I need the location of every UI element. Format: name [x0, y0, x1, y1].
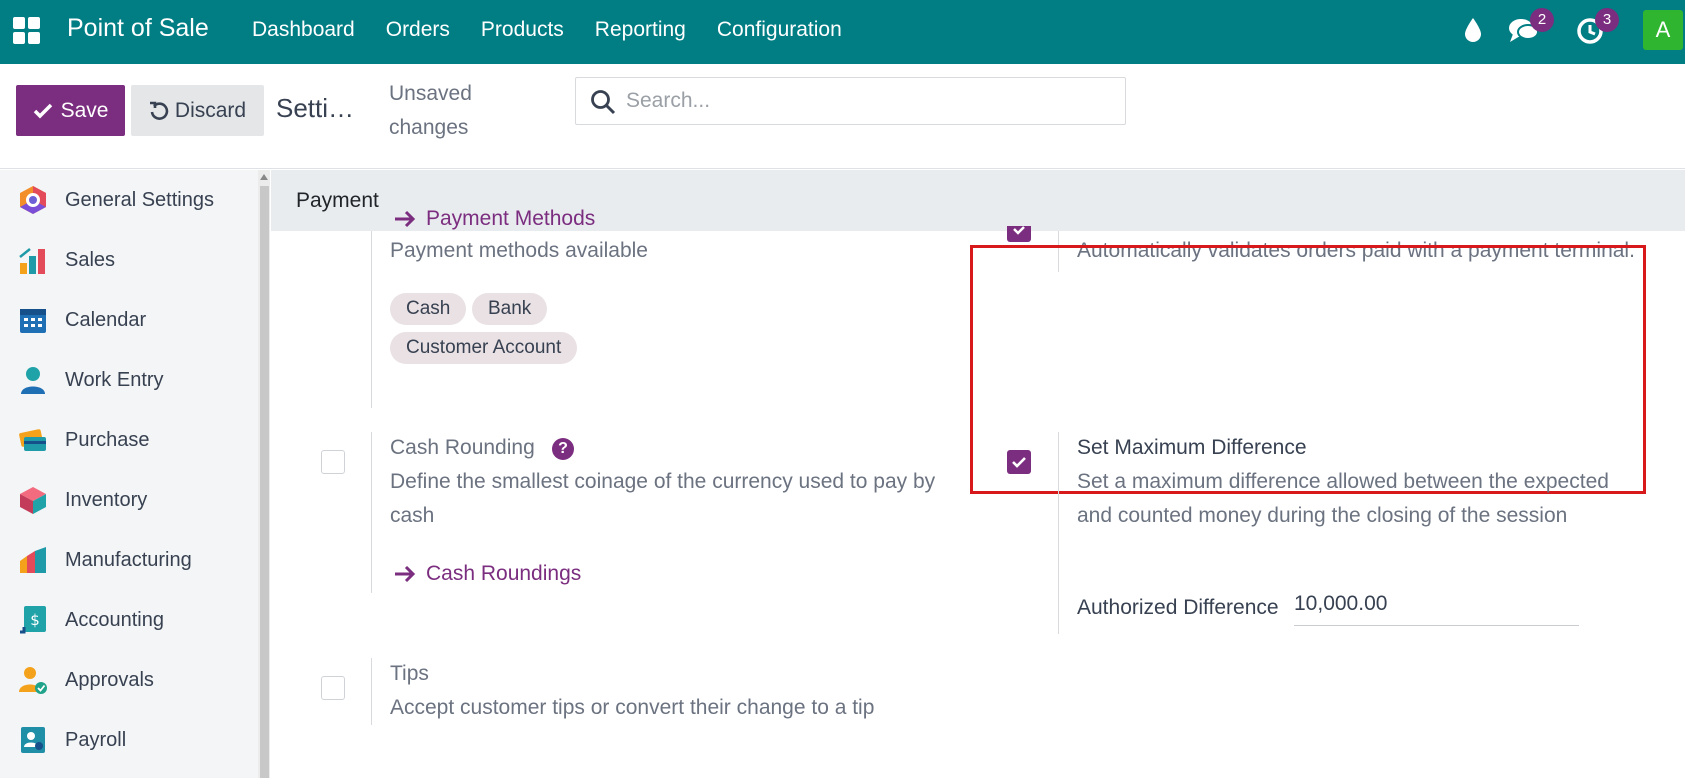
- divider: [371, 658, 372, 725]
- apps-menu-icon[interactable]: [13, 17, 40, 44]
- general-settings-icon: [20, 186, 46, 214]
- divider: [371, 432, 372, 593]
- authorized-difference-label: Authorized Difference: [1077, 596, 1279, 619]
- unsaved-indicator: Unsaved changes: [389, 82, 472, 139]
- max-difference-desc: Set a maximum difference allowed between…: [1077, 470, 1609, 527]
- sidebar-item-label: Purchase: [65, 428, 150, 451]
- cash-rounding-title: Cash Rounding: [390, 436, 535, 459]
- divider: [371, 231, 372, 408]
- tips-title: Tips: [390, 662, 429, 685]
- menu-orders[interactable]: Orders: [386, 18, 450, 42]
- sidebar-item-work-entry[interactable]: Work Entry: [0, 350, 255, 410]
- check-icon: [1012, 457, 1026, 468]
- sidebar-scroll-thumb[interactable]: [260, 186, 269, 778]
- authorized-difference-input[interactable]: 10,000.00: [1294, 592, 1579, 626]
- sidebar-item-label: Accounting: [65, 608, 164, 631]
- search-input[interactable]: [626, 86, 1106, 116]
- sidebar-item-label: Work Entry: [65, 368, 164, 391]
- sidebar-item-purchase[interactable]: Purchase: [0, 410, 255, 470]
- svg-text:$: $: [30, 611, 40, 629]
- app-title[interactable]: Point of Sale: [67, 14, 209, 43]
- tag-customer-account[interactable]: Customer Account: [390, 332, 578, 364]
- settings-content: Payment Payment methods available Cash B…: [271, 170, 1685, 778]
- tips-desc: Accept customer tips or convert their ch…: [390, 696, 875, 719]
- payment-methods-link[interactable]: Payment Methods: [394, 207, 595, 231]
- search-box: [575, 77, 1126, 125]
- help-icon[interactable]: ?: [552, 438, 574, 460]
- breadcrumb: Settin…: [276, 93, 366, 123]
- accounting-icon: $: [20, 606, 46, 634]
- scroll-up-arrow-icon[interactable]: [260, 174, 268, 180]
- sidebar-item-label: Approvals: [65, 668, 154, 691]
- tips-checkbox[interactable]: [321, 676, 345, 700]
- work-entry-icon: [21, 367, 45, 394]
- tag-bank[interactable]: Bank: [472, 293, 548, 325]
- sidebar-item-label: Sales: [65, 248, 116, 271]
- payroll-icon: [21, 727, 45, 753]
- calendar-icon: [20, 309, 46, 333]
- sidebar-item-sales[interactable]: Sales: [0, 230, 255, 290]
- droplet-icon[interactable]: [1462, 16, 1484, 44]
- sidebar-item-label: Payroll: [65, 728, 127, 751]
- sidebar-item-label: Manufacturing: [65, 548, 192, 571]
- user-avatar[interactable]: A: [1643, 10, 1683, 50]
- inventory-icon: [20, 487, 46, 514]
- check-icon: [33, 103, 52, 118]
- sidebar-item-inventory[interactable]: Inventory: [0, 470, 255, 530]
- cash-roundings-link-label: Cash Roundings: [426, 562, 582, 585]
- menu-configuration[interactable]: Configuration: [717, 18, 842, 42]
- discard-button[interactable]: Discard: [131, 85, 264, 136]
- payment-methods-desc: Payment methods available: [390, 239, 648, 262]
- cash-rounding-checkbox[interactable]: [321, 450, 345, 474]
- sidebar-item-manufacturing[interactable]: Manufacturing: [0, 530, 255, 590]
- auto-validate-checkbox[interactable]: [1007, 226, 1031, 242]
- max-difference-title: Set Maximum Difference: [1077, 436, 1307, 459]
- manufacturing-icon: [20, 547, 46, 573]
- undo-icon: [149, 101, 169, 120]
- sidebar-item-accounting[interactable]: $ Accounting: [0, 590, 255, 650]
- divider: [1058, 432, 1059, 634]
- activities-badge: 3: [1595, 8, 1619, 32]
- cash-roundings-link[interactable]: Cash Roundings: [394, 562, 581, 586]
- sidebar-item-label: General Settings: [65, 188, 214, 211]
- main-menu: Dashboard Orders Products Reporting Conf…: [252, 18, 873, 42]
- menu-reporting[interactable]: Reporting: [595, 18, 686, 42]
- sidebar-item-calendar[interactable]: Calendar: [0, 290, 255, 350]
- tag-cash[interactable]: Cash: [390, 293, 467, 325]
- top-navbar: Point of Sale Dashboard Orders Products …: [0, 0, 1685, 64]
- purchase-icon: [19, 429, 46, 451]
- sidebar-item-label: Calendar: [65, 308, 147, 331]
- check-icon: [1013, 226, 1025, 235]
- settings-sidebar: General Settings Sales Calendar Work Ent…: [0, 170, 270, 778]
- sidebar-item-label: Inventory: [65, 488, 148, 511]
- arrow-right-icon: [395, 565, 416, 583]
- approvals-icon: [19, 667, 47, 694]
- sidebar-item-approvals[interactable]: Approvals: [0, 650, 255, 710]
- save-label: Save: [60, 98, 109, 122]
- menu-products[interactable]: Products: [481, 18, 564, 42]
- messages-badge: 2: [1530, 8, 1554, 32]
- menu-dashboard[interactable]: Dashboard: [252, 18, 355, 42]
- arrow-right-icon: [395, 210, 416, 228]
- sidebar-item-payroll[interactable]: Payroll: [0, 710, 255, 770]
- payment-methods-link-label: Payment Methods: [426, 207, 596, 230]
- sidebar-item-general-settings[interactable]: General Settings: [0, 170, 255, 230]
- cash-rounding-desc: Define the smallest coinage of the curre…: [390, 470, 936, 527]
- search-icon: [591, 90, 616, 115]
- save-button[interactable]: Save: [16, 85, 125, 136]
- discard-label: Discard: [174, 98, 247, 122]
- highlight-box: [970, 245, 1646, 494]
- max-difference-checkbox[interactable]: [1007, 450, 1031, 474]
- control-panel: Save Discard Settin… Unsaved changes: [0, 64, 1685, 169]
- sales-icon: [19, 248, 45, 274]
